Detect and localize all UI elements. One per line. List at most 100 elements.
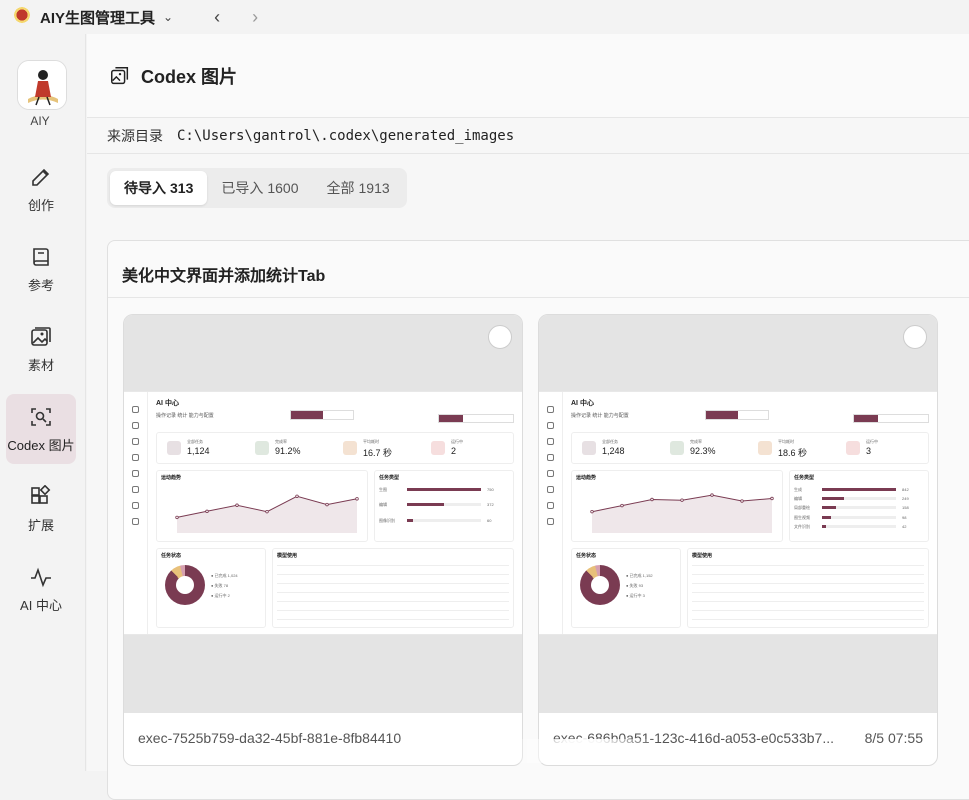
tab-label: 待导入 [124,180,166,196]
thumb-stat: 完成率 91.2% [255,439,335,459]
thumb-nav-icon [132,422,139,429]
thumb-table-row [277,592,509,593]
thumb-trend-point [175,515,179,520]
thumb-type-bar [822,524,826,528]
thumb-stat-value: 18.6 秒 [778,448,808,458]
page-title: Codex 图片 [141,66,238,87]
page-header: Codex 图片 [87,34,969,118]
thumb-segment [290,410,354,420]
thumb-trend-chart: 运动趋势 [156,470,368,542]
filter-tabs: 待导入 313 已导入 1600 全部 1913 [107,168,407,208]
thumb-type-value: 249 [902,496,909,502]
thumb-trend-point [740,499,744,503]
select-checkbox[interactable] [488,325,512,349]
thumb-nav-icon [547,438,554,445]
thumb-trend-point [620,503,624,508]
main-content: Codex 图片 来源目录 C:\Users\gantrol\.codex\ge… [87,34,969,800]
thumb-type-bar [822,488,896,491]
image-preview[interactable]: AI 中心 操作记录 统计 能力与配置 全部任务 1,124 完成率 91.2% 平均耗时 1… [124,315,522,713]
thumb-stat: 平均耗时 18.6 秒 [758,439,838,459]
avatar[interactable] [17,60,67,110]
divider [108,297,969,298]
thumb-trend-title: 运动趋势 [161,475,182,481]
image-card[interactable]: AI 中心 操作记录 统计 能力与配置 全部任务 1,124 完成率 91.2% 平均耗时 1… [123,314,523,766]
thumb-type-bar [407,518,413,522]
sidebar-item-create[interactable]: 创作 [6,154,76,224]
thumb-models-title: 模型使用 [692,553,713,559]
app-logo-icon [12,7,32,27]
thumb-nav-icon [547,454,554,461]
thumb-stat: 平均耗时 16.7 秒 [343,439,423,459]
group-title: 美化中文界面并添加统计Tab [122,268,326,285]
thumb-range-active [854,415,878,422]
source-directory: 来源目录 C:\Users\gantrol\.codex\generated_i… [87,118,969,154]
select-checkbox[interactable] [903,325,927,349]
thumb-status-donut [580,565,620,605]
thumb-title: AI 中心 [156,400,179,407]
thumb-stat-value: 1,124 [187,446,210,456]
thumb-type-label: 编辑 [379,502,387,508]
thumb-type-track [822,515,896,519]
thumb-stat-value: 1,248 [602,446,625,456]
thumb-stat-label: 全部任务 [602,439,618,444]
thumb-stat-label: 完成率 [275,439,287,444]
image-preview[interactable]: AI 中心 操作记录 统计 能力与配置 全部任务 1,248 完成率 92.3% 平均耗时 1… [539,315,937,713]
thumb-status-title: 任务状态 [576,553,597,559]
thumb-range [853,414,929,423]
thumb-status-item: ● 失败 78 [211,583,229,588]
images-icon [111,66,129,84]
source-path[interactable]: C:\Users\gantrol\.codex\generated_images [177,128,514,144]
tab-all[interactable]: 全部 1913 [313,171,404,205]
thumb-stat-label: 平均耗时 [778,439,794,444]
thumb-task-types: 任务类型 生成 842 编辑 249 局部重绘 158 图生视频 98 文件识别 42 [789,470,929,542]
sidebar-item-reference[interactable]: 参考 [6,234,76,304]
thumb-nav-icon [132,502,139,509]
thumb-stat: 运行中 3 [846,439,926,459]
thumb-nav-icon [547,518,554,525]
thumb-tabs: 操作记录 统计 能力与配置 [571,413,629,419]
thumb-stat-label: 运行中 [866,439,878,444]
thumb-table-row [692,619,924,620]
thumb-trend-point [325,502,329,507]
sidebar-item-assets[interactable]: 素材 [6,314,76,384]
thumb-trend-point [295,494,299,498]
thumb-trend-point [590,509,594,514]
sidebar-item-label: 创作 [27,197,54,213]
sidebar-item-label: 素材 [27,357,54,373]
sidebar-item-extensions[interactable]: 扩展 [6,474,76,544]
thumb-stat-label: 平均耗时 [363,439,379,444]
tab-pending[interactable]: 待导入 313 [110,171,208,205]
thumb-type-value: 372 [487,502,494,508]
thumb-stat: 全部任务 1,124 [167,439,247,459]
thumb-trend-line [175,494,359,533]
thumb-stat-icon [846,441,860,455]
thumb-type-bar [822,515,831,519]
thumb-table-row [692,583,924,584]
thumb-stat: 全部任务 1,248 [582,439,662,459]
thumb-segment-active [291,411,323,419]
title-bar: AIY生图管理工具 ⌄ ‹ › [0,0,969,34]
back-button[interactable]: ‹ [203,3,231,31]
thumb-nav-icon [132,454,139,461]
forward-button[interactable]: › [241,3,269,31]
thumb-segment [705,410,769,420]
sidebar-item-label: 扩展 [27,517,54,533]
thumb-stats: 全部任务 1,248 完成率 92.3% 平均耗时 18.6 秒 运行中 3 [571,432,929,464]
thumb-nav-icon [547,470,554,477]
thumb-title: AI 中心 [571,400,594,407]
chevron-down-icon[interactable]: ⌄ [163,10,173,24]
thumb-trend-point [650,497,654,502]
thumb-stat-icon [582,441,596,455]
thumb-trend-area [177,496,357,533]
thumb-table-row [692,592,924,593]
image-card[interactable]: AI 中心 操作记录 统计 能力与配置 全部任务 1,248 完成率 92.3% 平均耗时 1… [538,314,938,766]
thumb-stat-value: 92.3% [690,446,716,456]
tab-label: 全部 [326,180,355,196]
screenshot-thumbnail: AI 中心 操作记录 统计 能力与配置 全部任务 1,124 完成率 91.2% 平均耗时 1… [124,391,522,635]
tab-imported[interactable]: 已导入 1600 [207,171,312,205]
thumb-table-row [692,574,924,575]
sidebar-item-codex-images[interactable]: Codex 图片 [6,394,76,464]
thumb-stats: 全部任务 1,124 完成率 91.2% 平均耗时 16.7 秒 运行中 2 [156,432,514,464]
sidebar-item-ai-center[interactable]: AI 中心 [6,554,76,624]
thumb-sidebar [539,392,563,634]
